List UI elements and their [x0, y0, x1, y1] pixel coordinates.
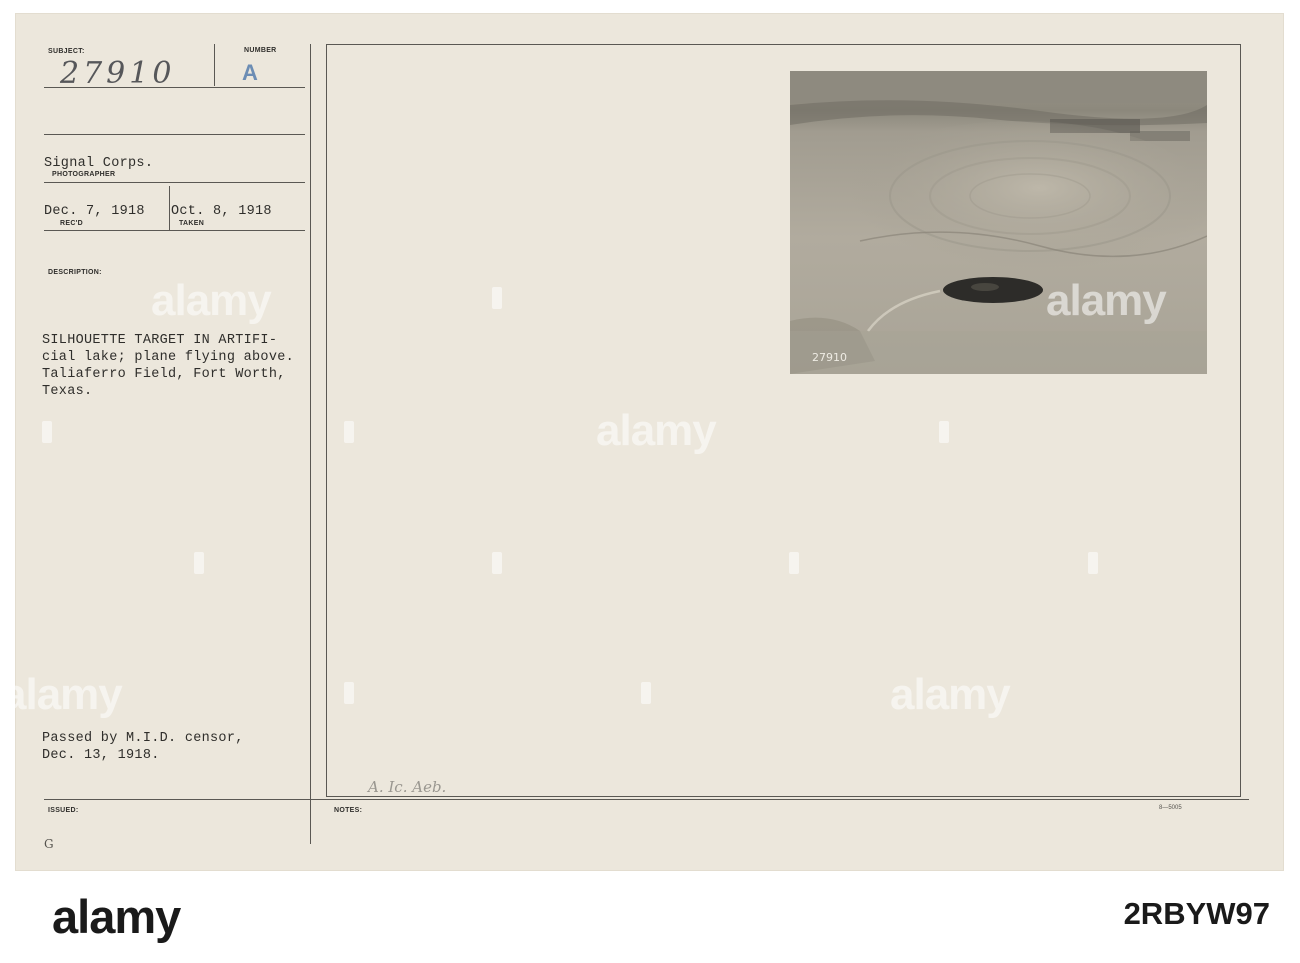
subject-divider: [214, 44, 215, 86]
description-line: SILHOUETTE TARGET IN ARTIFI-: [42, 333, 278, 348]
subject-label: SUBJECT:: [48, 48, 85, 55]
photographer-value: Signal Corps.: [44, 156, 154, 171]
photographer-label: PHOTOGRAPHER: [52, 171, 116, 178]
received-date: Dec. 7, 1918: [44, 204, 145, 219]
watermark-dot: [1088, 552, 1098, 574]
watermark-dot: [492, 552, 502, 574]
watermark-dot: [641, 682, 651, 704]
watermark-dot: [492, 287, 502, 309]
description-line: cial lake; plane flying above.: [42, 350, 295, 365]
archive-card: SUBJECT: NUMBER 27910 A Signal Corps. PH…: [2, 14, 1283, 870]
description-line: Texas.: [42, 384, 93, 399]
censor-line: Passed by M.I.D. censor,: [42, 731, 244, 746]
aerial-photograph: 27910: [790, 71, 1207, 374]
watermark: alamy: [2, 670, 123, 719]
description-line: Taliaferro Field, Fort Worth,: [42, 367, 286, 382]
watermark: alamy: [1046, 276, 1167, 325]
watermark-dot: [939, 421, 949, 443]
watermark-dot: [344, 421, 354, 443]
corner-letter: G: [44, 837, 54, 851]
issued-label: ISSUED:: [48, 807, 79, 814]
frame-top: [326, 44, 1240, 45]
left-column-rule: [310, 44, 311, 844]
watermark-dot: [42, 421, 52, 443]
subject-number: 27910: [60, 56, 176, 91]
stock-footer: [0, 872, 1300, 963]
number-letter: A: [242, 60, 258, 85]
aerial-landscape-image: 27910: [790, 71, 1207, 374]
brand-logo: alamy: [52, 890, 181, 943]
watermark: alamy: [151, 276, 272, 325]
rule-bottom: [44, 799, 1249, 800]
photo-inscription: 27910: [812, 351, 847, 364]
taken-date: Oct. 8, 1918: [171, 204, 272, 219]
date-divider: [169, 186, 170, 230]
watermark-dot: [344, 682, 354, 704]
watermark-dot: [789, 552, 799, 574]
frame-right: [1240, 44, 1241, 796]
watermark: alamy: [890, 670, 1011, 719]
rule-dates: [44, 230, 305, 231]
description-label: DESCRIPTION:: [48, 269, 102, 276]
taken-label: TAKEN: [179, 220, 205, 227]
notes-handwriting: A. Ic. Aeb.: [368, 778, 447, 796]
censor-text: Passed by M.I.D. censor, Dec. 13, 1918.: [42, 730, 244, 764]
rule-subject: [44, 87, 305, 88]
number-label: NUMBER: [244, 47, 277, 54]
received-label: REC'D: [60, 220, 83, 227]
watermark-dot: [194, 552, 204, 574]
frame-bottom: [326, 796, 1241, 797]
censor-line: Dec. 13, 1918.: [42, 748, 160, 763]
frame-left: [326, 44, 327, 796]
image-id: 2RBYW97: [1123, 896, 1270, 931]
description-text: SILHOUETTE TARGET IN ARTIFI- cial lake; …: [42, 332, 294, 400]
rule-upper: [44, 134, 305, 135]
notes-label: NOTES:: [334, 807, 363, 814]
form-code: 8—5005: [1159, 805, 1182, 811]
rule-photographer: [44, 182, 305, 183]
watermark: alamy: [596, 406, 717, 455]
